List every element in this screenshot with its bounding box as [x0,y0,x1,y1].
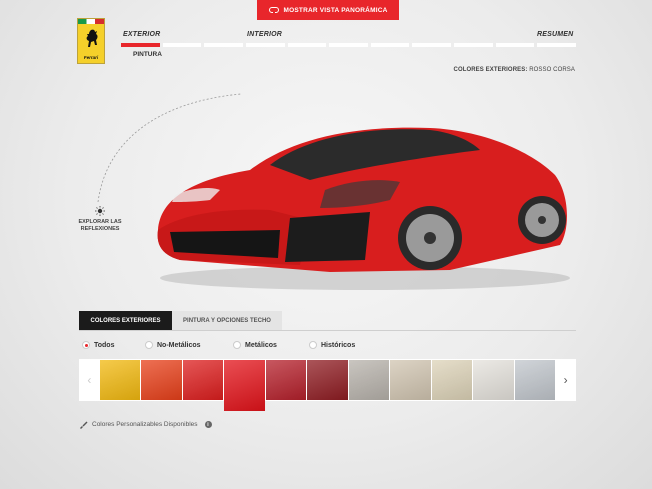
step-bar[interactable] [245,43,285,47]
tab-exterior-colors[interactable]: COLORES EXTERIORES [79,311,172,330]
custom-colors-note: Colores Personalizables Disponibles i [79,420,212,429]
reflections-label-2: REFLEXIONES [80,226,120,232]
selected-color-info: COLORES EXTERIORES: ROSSO CORSA [454,67,575,73]
color-swatch[interactable] [390,360,431,400]
step-bar[interactable] [121,43,160,47]
tab-paint-roof-options[interactable]: PINTURA Y OPCIONES TECHO [172,311,282,330]
radio-icon[interactable] [309,341,317,349]
logo-wordmark: Ferrari [83,55,99,60]
step-bar[interactable] [329,43,368,47]
color-swatch[interactable] [99,360,141,400]
filter-label: Metálicos [245,341,277,349]
step-summary[interactable]: RESUMEN [537,31,573,38]
color-swatch[interactable] [514,360,556,400]
color-swatch[interactable] [473,360,514,400]
step-interior[interactable]: INTERIOR [247,31,282,38]
step-sub-paint: PINTURA [133,51,162,58]
radio-icon[interactable] [145,341,153,349]
filter-all[interactable]: Todos [82,341,114,349]
step-bar[interactable] [370,43,410,47]
step-bar[interactable] [287,43,327,47]
filter-non-metallic[interactable]: No-Metálicos [145,341,201,349]
prancing-horse-icon [86,29,98,47]
color-swatch[interactable] [141,360,182,400]
ferrari-logo[interactable]: Ferrari [77,18,105,64]
sun-icon [95,206,105,216]
vr-headset-icon [268,7,279,13]
color-tabs: COLORES EXTERIORES PINTURA Y OPCIONES TE… [79,311,282,330]
color-swatch[interactable] [431,360,473,400]
color-info-label: COLORES EXTERIORES: [453,67,528,73]
color-info-value: ROSSO CORSA [529,67,575,73]
step-progress-bars [121,43,577,47]
custom-colors-label: Colores Personalizables Disponibles [92,421,198,428]
swatch-list [99,359,556,411]
step-bar[interactable] [454,43,493,47]
step-bar[interactable] [495,43,535,47]
radio-icon[interactable] [233,341,241,349]
panorama-button[interactable]: MOSTRAR VISTA PANORÁMICA [257,0,399,20]
radio-selected-icon[interactable] [82,341,90,349]
car-image[interactable] [150,120,575,295]
panorama-button-label: MOSTRAR VISTA PANORÁMICA [283,6,388,14]
step-bar[interactable] [162,43,202,47]
info-icon[interactable]: i [204,421,212,428]
step-exterior[interactable]: EXTERIOR [123,31,160,38]
swatch-carousel: ‹ › [79,359,576,411]
color-swatch[interactable] [224,360,265,411]
color-swatch[interactable] [348,360,390,400]
color-swatch[interactable] [182,360,224,400]
step-bar[interactable] [537,43,577,47]
chevron-right-icon[interactable]: › [555,359,576,401]
filter-label: Todos [94,341,115,349]
logo-flag-stripe [78,19,104,24]
color-swatch[interactable] [307,360,348,400]
reflections-label-1: EXPLORAR LAS [78,219,122,225]
paint-brush-icon [80,421,88,429]
tab-divider [79,330,576,331]
config-steps: EXTERIOR INTERIOR RESUMEN PINTURA [121,29,577,59]
filter-metallic[interactable]: Metálicos [233,341,277,349]
step-bar[interactable] [412,43,452,47]
filter-label: Históricos [321,341,356,349]
color-swatch[interactable] [265,360,307,400]
color-filters: Todos No-Metálicos Metálicos Históricos [82,341,576,353]
explore-reflections-button[interactable]: EXPLORAR LAS REFLEXIONES [72,206,128,233]
step-bar[interactable] [204,43,243,47]
filter-historic[interactable]: Históricos [309,341,355,349]
filter-label: No-Metálicos [157,341,201,349]
chevron-left-icon[interactable]: ‹ [79,359,100,401]
